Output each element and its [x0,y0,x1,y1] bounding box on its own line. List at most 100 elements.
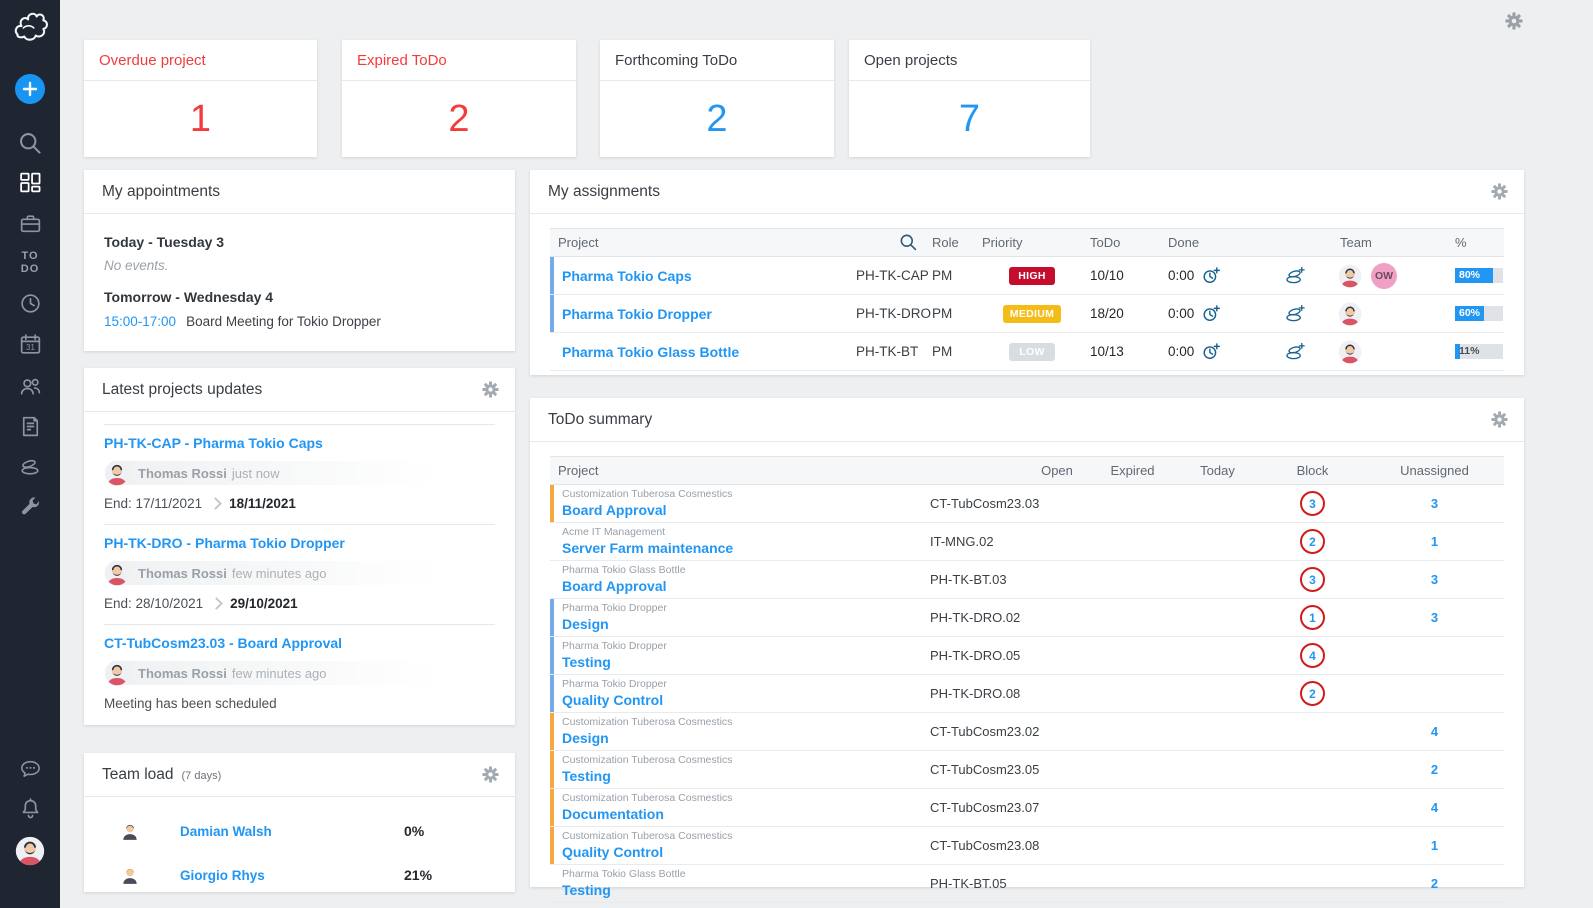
column-header-percent[interactable]: % [1448,235,1504,250]
todo-row[interactable]: Pharma Tokio DropperQuality Control PH-T… [550,675,1504,713]
column-header-project[interactable]: Project [558,235,598,250]
todo-row[interactable]: Pharma Tokio DropperTesting PH-TK-DRO.05… [550,637,1504,675]
task-link[interactable]: Board Approval [562,578,667,596]
add-button[interactable] [15,74,45,104]
card-settings-button[interactable] [1491,183,1508,205]
card-settings-button[interactable] [482,381,499,403]
task-link[interactable]: Board Approval [562,502,667,520]
block-count-badge[interactable]: 3 [1300,491,1325,516]
sidebar-item-todo[interactable]: TO DO [0,250,60,276]
task-link[interactable]: Testing [562,882,611,900]
card-settings-button[interactable] [482,766,499,788]
unassigned-count[interactable]: 3 [1431,572,1438,587]
project-link[interactable]: Pharma Tokio Caps [562,268,692,284]
sidebar-item-calendar[interactable]: 31 [0,332,60,357]
stat-value[interactable]: 7 [849,81,1090,157]
todo-count[interactable]: 10/13 [1084,344,1152,359]
sidebar-item-worklog[interactable] [0,291,60,316]
task-link[interactable]: Testing [562,654,611,672]
task-link[interactable]: Design [562,730,609,748]
unassigned-count[interactable]: 1 [1431,534,1438,549]
column-header-todo[interactable]: ToDo [1084,235,1152,250]
task-link[interactable]: Quality Control [562,692,663,710]
column-header-team[interactable]: Team [1332,235,1448,250]
column-header-today[interactable]: Today [1175,463,1260,478]
stat-card-forthcoming-todo[interactable]: Forthcoming ToDo 2 [600,40,834,157]
team-member-row[interactable]: Damian Walsh 0% [84,809,515,853]
column-header-priority[interactable]: Priority [980,235,1084,250]
update-item[interactable]: PH-TK-DRO - Pharma Tokio Dropper Thomas … [104,524,495,624]
sidebar-item-search[interactable] [0,131,60,156]
stat-value[interactable]: 2 [600,81,834,157]
unassigned-count[interactable]: 2 [1431,876,1438,891]
unassigned-count[interactable]: 3 [1431,496,1438,511]
team-member-row[interactable]: Giorgio Rhys 21% [84,853,515,897]
team-member-badge[interactable]: OW [1371,263,1397,289]
member-name-link[interactable]: Giorgio Rhys [180,868,265,883]
task-link[interactable]: Server Farm maintenance [562,540,733,558]
update-project-link[interactable]: PH-TK-CAP - Pharma Tokio Caps [104,435,323,451]
block-count-badge[interactable]: 2 [1300,529,1325,554]
stat-card-expired-todo[interactable]: Expired ToDo 2 [342,40,576,157]
unassigned-count[interactable]: 4 [1431,724,1438,739]
todo-row[interactable]: Customization Tuberosa CosmesticsTesting… [550,751,1504,789]
column-header-unassigned[interactable]: Unassigned [1365,463,1504,478]
update-project-link[interactable]: CT-TubCosm23.03 - Board Approval [104,635,342,651]
column-header-block[interactable]: Block [1260,463,1365,478]
assignment-row[interactable]: Pharma Tokio Glass Bottle PH-TK-BT PM LO… [550,333,1504,371]
task-link[interactable]: Testing [562,768,611,786]
avatar[interactable] [1338,264,1362,288]
todo-row[interactable]: Acme IT ManagementServer Farm maintenanc… [550,523,1504,561]
sidebar-item-tools[interactable] [0,494,60,519]
sidebar-item-dashboard[interactable] [0,170,60,195]
app-logo-hand-icon[interactable] [0,6,60,48]
column-header-done[interactable]: Done [1152,235,1258,250]
update-item[interactable]: CT-TubCosm23.03 - Board Approval Thomas … [104,624,495,724]
task-link[interactable]: Quality Control [562,844,663,862]
profile-avatar[interactable] [15,836,45,866]
block-count-badge[interactable]: 3 [1300,567,1325,592]
unassigned-count[interactable]: 3 [1431,610,1438,625]
todo-row[interactable]: Customization Tuberosa CosmesticsQuality… [550,827,1504,865]
project-link[interactable]: Pharma Tokio Dropper [562,306,712,322]
stat-value[interactable]: 1 [84,81,317,157]
column-header-open[interactable]: Open [1024,463,1090,478]
block-count-badge[interactable]: 1 [1300,605,1325,630]
coins-plus-icon[interactable] [1285,342,1306,361]
stat-card-overdue-project[interactable]: Overdue project 1 [84,40,317,157]
todo-row[interactable]: Pharma Tokio Glass BottleTesting PH-TK-B… [550,865,1504,903]
assignment-row[interactable]: Pharma Tokio Caps PH-TK-CAP PM HIGH 10/1… [550,257,1504,295]
member-name-link[interactable]: Damian Walsh [180,824,272,839]
avatar[interactable] [1338,302,1362,326]
project-link[interactable]: Pharma Tokio Glass Bottle [562,344,739,360]
sidebar-item-projects[interactable] [0,211,60,236]
todo-row[interactable]: Pharma Tokio DropperDesign PH-TK-DRO.02 … [550,599,1504,637]
todo-row[interactable]: Customization Tuberosa CosmesticsDocumen… [550,789,1504,827]
unassigned-count[interactable]: 2 [1431,762,1438,777]
task-link[interactable]: Documentation [562,806,664,824]
page-settings-button[interactable] [1505,12,1523,35]
column-header-expired[interactable]: Expired [1090,463,1175,478]
block-count-badge[interactable]: 2 [1300,681,1325,706]
sidebar-item-costs[interactable] [0,454,60,479]
search-icon[interactable] [899,233,918,252]
sidebar-item-messages[interactable] [0,757,60,782]
todo-row[interactable]: Customization Tuberosa CosmesticsBoard A… [550,485,1504,523]
coins-plus-icon[interactable] [1285,304,1306,323]
clock-plus-icon[interactable] [1202,266,1221,285]
block-count-badge[interactable]: 4 [1300,643,1325,668]
column-header-project[interactable]: Project [550,463,930,478]
card-settings-button[interactable] [1491,411,1508,433]
clock-plus-icon[interactable] [1202,342,1221,361]
event-time[interactable]: 15:00-17:00 [104,314,176,329]
task-link[interactable]: Design [562,616,609,634]
assignment-row[interactable]: Pharma Tokio Dropper PH-TK-DRO PM MEDIUM… [550,295,1504,333]
sidebar-item-documents[interactable] [0,414,60,439]
stat-card-open-projects[interactable]: Open projects 7 [849,40,1090,157]
clock-plus-icon[interactable] [1202,304,1221,323]
todo-row[interactable]: Pharma Tokio Glass BottleBoard Approval … [550,561,1504,599]
event-title[interactable]: Board Meeting for Tokio Dropper [186,314,381,329]
avatar[interactable] [1338,340,1362,364]
unassigned-count[interactable]: 1 [1431,838,1438,853]
update-item[interactable]: PH-TK-CAP - Pharma Tokio Caps Thomas Ros… [104,424,495,524]
